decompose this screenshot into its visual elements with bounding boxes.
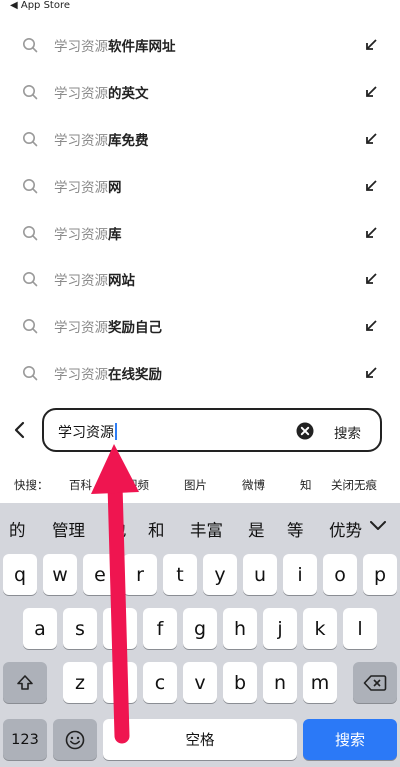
key-w[interactable]: w: [43, 554, 77, 595]
backspace-icon: [363, 674, 387, 691]
suggestion-item[interactable]: 学习资源库免费: [0, 116, 400, 163]
quick-search-bar: 快搜： 百科 视频 图片 微博 知 关闭无痕: [0, 472, 400, 496]
suggestion-item[interactable]: 学习资源网: [0, 162, 400, 209]
candidate-word[interactable]: 是: [248, 517, 265, 541]
suggestion-item[interactable]: 学习资源奖励自己: [0, 303, 400, 350]
candidate-word[interactable]: 丰富: [190, 517, 223, 541]
search-icon: [23, 225, 38, 240]
key-r[interactable]: r: [123, 554, 157, 595]
key-a[interactable]: a: [23, 608, 57, 649]
suggestion-text: 学习资源库: [54, 226, 122, 243]
fill-arrow-icon[interactable]: [364, 132, 378, 146]
quick-link-close-incognito[interactable]: 关闭无痕: [331, 477, 377, 493]
chevron-down-icon[interactable]: [370, 521, 386, 531]
search-input[interactable]: 学习资源 搜索: [42, 408, 382, 452]
emoji-key[interactable]: [53, 719, 97, 760]
quick-link-video[interactable]: 视频: [126, 477, 149, 493]
quick-link-images[interactable]: 图片: [184, 477, 207, 493]
key-n[interactable]: n: [263, 662, 297, 703]
suggestion-text: 学习资源的英文: [54, 86, 149, 103]
fill-arrow-icon[interactable]: [364, 38, 378, 52]
key-c[interactable]: c: [143, 662, 177, 703]
fill-arrow-icon[interactable]: [364, 319, 378, 333]
candidate-word[interactable]: 的: [9, 517, 26, 541]
key-o[interactable]: o: [323, 554, 357, 595]
key-k[interactable]: k: [303, 608, 337, 649]
quick-link-weibo[interactable]: 微博: [242, 477, 265, 493]
candidate-bar: 的 管理 也 和 丰富 是 等 优势: [0, 503, 400, 551]
screen: ◀ App Store 学习资源软件库网址 学习资源的英文 学习资源库免费 学习…: [0, 0, 400, 767]
back-chevron-icon[interactable]: [12, 420, 28, 440]
text-caret: [115, 423, 117, 440]
suggestion-list: 学习资源软件库网址 学习资源的英文 学习资源库免费 学习资源网 学习资源库 学习…: [0, 22, 400, 396]
suggestion-text: 学习资源在线奖励: [54, 366, 162, 383]
fill-arrow-icon[interactable]: [364, 85, 378, 99]
suggestion-item[interactable]: 学习资源的英文: [0, 69, 400, 116]
key-i[interactable]: i: [283, 554, 317, 595]
search-icon: [23, 365, 38, 381]
search-icon: [23, 272, 38, 287]
keyboard: 的 管理 也 和 丰富 是 等 优势 q w e r t y u i o p a…: [0, 503, 400, 767]
candidate-word[interactable]: 优势: [329, 517, 362, 541]
emoji-icon: [65, 730, 85, 749]
search-input-value: 学习资源: [58, 422, 117, 442]
key-v[interactable]: v: [183, 662, 217, 703]
search-icon: [23, 178, 38, 194]
candidate-word[interactable]: 等: [287, 517, 304, 541]
suggestion-text: 学习资源奖励自己: [54, 320, 162, 337]
key-x[interactable]: x: [103, 662, 137, 703]
search-icon: [23, 131, 38, 147]
key-l[interactable]: l: [343, 608, 377, 649]
quick-link-zhihu[interactable]: 知: [300, 477, 312, 493]
back-to-app-store[interactable]: ◀ App Store: [0, 0, 400, 12]
key-b[interactable]: b: [223, 662, 257, 703]
fill-arrow-icon[interactable]: [364, 179, 378, 193]
candidate-word[interactable]: 和: [148, 517, 165, 541]
fill-arrow-icon[interactable]: [364, 366, 378, 380]
search-icon: [23, 38, 38, 53]
suggestion-item[interactable]: 学习资源在线奖励: [0, 350, 400, 397]
suggestion-item[interactable]: 学习资源库: [0, 209, 400, 256]
fill-arrow-icon[interactable]: [364, 272, 378, 286]
key-z[interactable]: z: [63, 662, 97, 703]
candidate-word[interactable]: 也: [110, 517, 127, 541]
suggestion-text: 学习资源库免费: [54, 132, 149, 149]
key-p[interactable]: p: [363, 554, 397, 595]
key-d[interactable]: d: [103, 608, 137, 649]
search-icon: [23, 85, 38, 100]
numbers-key[interactable]: 123: [3, 719, 47, 760]
key-u[interactable]: u: [243, 554, 277, 595]
search-bar-row: 学习资源 搜索: [0, 408, 400, 452]
suggestion-item[interactable]: 学习资源软件库网址: [0, 22, 400, 69]
space-key[interactable]: 空格: [103, 719, 297, 760]
quick-search-label: 快搜：: [14, 478, 49, 492]
candidate-word[interactable]: 管理: [52, 517, 85, 541]
key-e[interactable]: e: [83, 554, 117, 595]
shift-icon: [17, 674, 33, 690]
suggestion-item[interactable]: 学习资源网站: [0, 256, 400, 303]
key-m[interactable]: m: [303, 662, 337, 703]
search-icon: [23, 319, 38, 334]
key-q[interactable]: q: [3, 554, 37, 595]
key-s[interactable]: s: [63, 608, 97, 649]
shift-key[interactable]: [3, 662, 47, 703]
key-f[interactable]: f: [143, 608, 177, 649]
key-g[interactable]: g: [183, 608, 217, 649]
key-y[interactable]: y: [203, 554, 237, 595]
delete-key[interactable]: [353, 662, 397, 703]
key-j[interactable]: j: [263, 608, 297, 649]
suggestion-text: 学习资源网: [54, 179, 122, 196]
key-h[interactable]: h: [223, 608, 257, 649]
keyboard-search-key[interactable]: 搜索: [303, 719, 397, 760]
suggestion-text: 学习资源网站: [54, 273, 135, 290]
suggestion-text: 学习资源软件库网址: [54, 39, 176, 56]
clear-icon[interactable]: [296, 422, 314, 440]
search-button[interactable]: 搜索: [334, 422, 361, 442]
fill-arrow-icon[interactable]: [364, 226, 378, 240]
key-t[interactable]: t: [163, 554, 197, 595]
quick-link-baike[interactable]: 百科: [69, 477, 92, 493]
